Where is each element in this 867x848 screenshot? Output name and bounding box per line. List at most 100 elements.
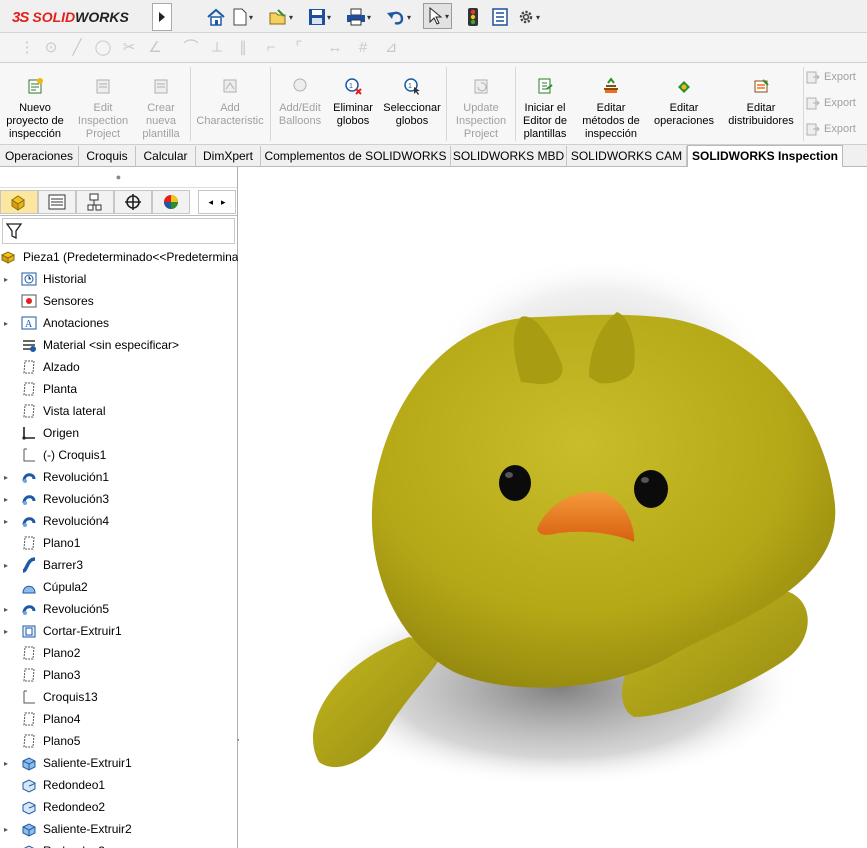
tree-item[interactable]: ▸ Revolución5	[0, 598, 238, 620]
property-manager-tab[interactable]	[38, 190, 76, 214]
edit-vendors-button[interactable]: Editar distribuidores	[722, 77, 800, 128]
circle-icon[interactable]: ◯	[94, 39, 112, 57]
expand-arrow-icon[interactable]: ▸	[4, 561, 14, 570]
tab-solidworks-mbd[interactable]: SOLIDWORKS MBD	[451, 146, 567, 167]
expand-arrow-icon[interactable]: ▸	[4, 627, 14, 636]
tree-item[interactable]: (-) Croquis1	[0, 444, 238, 466]
dimension-icon[interactable]: ↔	[326, 39, 344, 57]
revolve-icon	[20, 601, 38, 617]
create-template-button[interactable]: Crear nueva plantilla	[134, 77, 188, 141]
tree-item[interactable]: Alzado	[0, 356, 238, 378]
expand-arrow-icon[interactable]: ▸	[4, 473, 14, 482]
select-balloons-button[interactable]: 1 Seleccionar globos	[380, 77, 444, 128]
expand-arrow-icon[interactable]: ▸	[4, 275, 14, 284]
tree-item[interactable]: ▸ Revolución4	[0, 510, 238, 532]
line-icon[interactable]: ╱	[68, 39, 86, 57]
grid-icon[interactable]: #	[354, 39, 372, 57]
panel-tab-scroller[interactable]: ◂ ▸	[198, 190, 236, 214]
tab-croquis[interactable]: Croquis	[79, 146, 136, 167]
undo-button[interactable]: ▾	[386, 6, 411, 28]
panel-grip[interactable]: ●	[0, 167, 237, 188]
tree-item[interactable]: Redondeo1	[0, 774, 238, 796]
tree-item[interactable]: ▸ Saliente-Extruir1	[0, 752, 238, 774]
chevron-left-icon[interactable]: ◂	[208, 197, 213, 208]
dashed-corner-icon[interactable]: ⌜	[290, 39, 308, 57]
open-button[interactable]: ▾	[268, 6, 293, 28]
tree-item[interactable]: Sensores	[0, 290, 238, 312]
menu-expand-button[interactable]	[152, 3, 172, 31]
export-item-1[interactable]: Export	[806, 70, 856, 84]
tab-dimxpert[interactable]: DimXpert	[196, 146, 261, 167]
graphics-viewport[interactable]	[239, 167, 867, 848]
configuration-manager-tab[interactable]	[76, 190, 114, 214]
tree-item[interactable]: ▸ Cortar-Extruir1	[0, 620, 238, 642]
tree-item[interactable]: Plano4	[0, 708, 238, 730]
tree-item[interactable]: Plano2	[0, 642, 238, 664]
tree-item[interactable]: Croquis13	[0, 686, 238, 708]
feature-tree-tab[interactable]	[0, 190, 38, 214]
new-inspection-project-button[interactable]: Nuevo proyecto de inspección	[2, 77, 68, 141]
tab-solidworks-inspection[interactable]: SOLIDWORKS Inspection	[687, 145, 843, 168]
tab-solidworks-cam[interactable]: SOLIDWORKS CAM	[567, 146, 687, 167]
tab-calcular[interactable]: Calcular	[136, 146, 196, 167]
tree-item[interactable]: Redondeo3	[0, 840, 238, 848]
tangent-arc-icon[interactable]: ⌒	[182, 39, 200, 57]
tree-item[interactable]: Material <sin especificar>	[0, 334, 238, 356]
template-editor-button[interactable]: Iniciar el Editor de plantillas	[516, 77, 574, 141]
add-edit-balloons-button[interactable]: Add/Edit Balloons	[272, 77, 328, 128]
tree-item[interactable]: ▸ A Anotaciones	[0, 312, 238, 334]
expand-arrow-icon[interactable]: ▸	[4, 517, 14, 526]
dimxpert-manager-tab[interactable]	[114, 190, 152, 214]
tree-filter-box[interactable]	[2, 218, 235, 244]
home-button[interactable]	[206, 6, 226, 28]
print-button[interactable]: ▾	[346, 6, 371, 28]
edit-operations-button[interactable]: Editar operaciones	[648, 77, 720, 128]
update-inspection-project-button[interactable]: Update Inspection Project	[448, 77, 514, 141]
corner-icon[interactable]: ⌐	[262, 39, 280, 57]
parallel-icon[interactable]: ∥	[234, 39, 252, 57]
tree-item[interactable]: ▸ Revolución3	[0, 488, 238, 510]
trim-icon[interactable]: ✂	[120, 39, 138, 57]
tree-item[interactable]: Plano3	[0, 664, 238, 686]
angle-dimension-icon[interactable]: ⊿	[382, 39, 400, 57]
rebuild-button[interactable]	[466, 6, 480, 28]
options-button[interactable]: ▾	[517, 6, 540, 28]
delete-balloons-button[interactable]: 1 Eliminar globos	[328, 77, 378, 128]
expand-arrow-icon[interactable]: ▸	[4, 759, 14, 768]
export-item-3[interactable]: Export	[806, 122, 856, 136]
tab-operaciones[interactable]: Operaciones	[0, 146, 79, 167]
edit-inspection-methods-button[interactable]: Editar métodos de inspección	[576, 77, 646, 141]
select-button[interactable]: ▾	[423, 3, 453, 29]
tree-item[interactable]: Plano1	[0, 532, 238, 554]
tree-item[interactable]: Planta	[0, 378, 238, 400]
circle-center-icon[interactable]: ⊙	[42, 39, 60, 57]
file-properties-button[interactable]	[491, 6, 509, 28]
tree-item[interactable]: ▸ Barrer3	[0, 554, 238, 576]
save-button[interactable]: ▾	[308, 6, 331, 28]
expand-arrow-icon[interactable]: ▸	[4, 495, 14, 504]
add-characteristic-button[interactable]: Add Characteristic	[192, 77, 268, 128]
tab-complementos[interactable]: Complementos de SOLIDWORKS	[261, 146, 451, 167]
new-document-button[interactable]: ▾	[232, 6, 253, 28]
tree-item[interactable]: ▸ Historial	[0, 268, 238, 290]
expand-arrow-icon[interactable]: ▸	[4, 605, 14, 614]
tree-item[interactable]: Redondeo2	[0, 796, 238, 818]
expand-arrow-icon[interactable]: ▸	[4, 319, 14, 328]
export-item-2[interactable]: Export	[806, 96, 856, 110]
tree-item[interactable]: Origen	[0, 422, 238, 444]
chick-model[interactable]	[239, 167, 867, 848]
chevron-right-icon[interactable]: ▸	[221, 197, 226, 208]
edit-inspection-project-button[interactable]: Edit Inspection Project	[72, 77, 134, 141]
tree-item[interactable]: ▸ Revolución1	[0, 466, 238, 488]
tree-item[interactable]: Cúpula2	[0, 576, 238, 598]
display-manager-tab[interactable]	[152, 190, 190, 214]
chevron-down-icon: ▾	[327, 12, 332, 22]
tree-item[interactable]: ▸ Saliente-Extruir2	[0, 818, 238, 840]
tree-item[interactable]: Plano5	[0, 730, 238, 752]
solidworks-logo[interactable]: 3S SOLIDWORKS	[0, 2, 150, 32]
tree-root-part[interactable]: Pieza1 (Predeterminado<<Predeterminado>_…	[0, 246, 238, 268]
perpendicular-icon[interactable]: ⟂	[208, 39, 226, 57]
angle-icon[interactable]: ∠	[146, 39, 164, 57]
tree-item[interactable]: Vista lateral	[0, 400, 238, 422]
expand-arrow-icon[interactable]: ▸	[4, 825, 14, 834]
